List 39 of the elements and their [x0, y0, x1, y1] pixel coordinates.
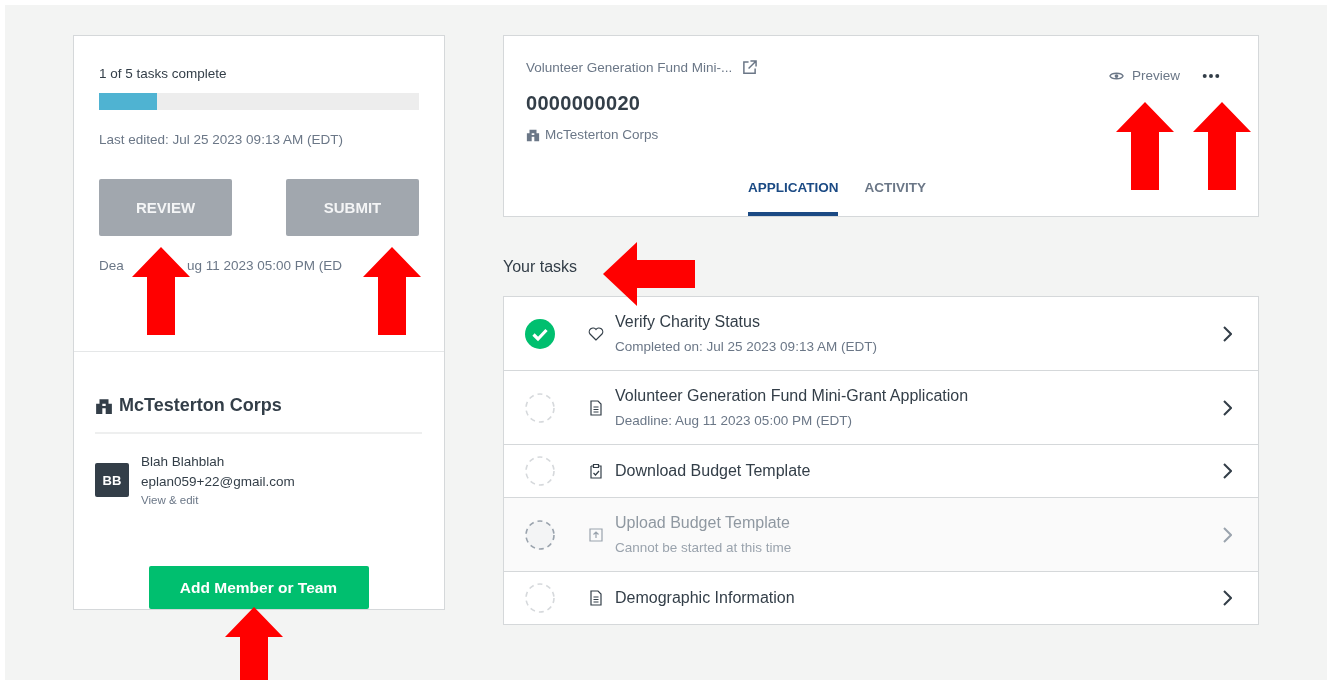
chevron-right-icon	[1222, 590, 1232, 606]
tab[interactable]: APPLICATION	[748, 180, 839, 216]
tab[interactable]: ACTIVITY	[864, 180, 926, 216]
deadline-text: Dea	[99, 258, 125, 273]
member-name: Blah Blahblah	[141, 454, 226, 469]
document-icon	[588, 399, 604, 416]
chevron-right-icon	[1222, 325, 1232, 342]
clipboard-check-icon	[588, 463, 604, 479]
application-number: 0000000020	[526, 92, 642, 115]
chevron-right-icon	[1222, 399, 1232, 416]
heart-icon	[588, 325, 604, 342]
organization-name: McTesterton Corps	[545, 127, 659, 142]
eye-icon	[1109, 69, 1124, 82]
preview-button[interactable]: Preview	[1109, 68, 1180, 83]
task-title: Verify Charity Status	[615, 313, 761, 331]
building-icon	[95, 396, 113, 415]
view-edit-link[interactable]: View & edit	[141, 494, 295, 506]
member-email: eplan059+22@gmail.com	[141, 474, 295, 489]
task-subtitle: Deadline: Aug 11 2023 05:00 PM (EDT)	[615, 413, 853, 428]
task-title: Download Budget Template	[615, 462, 812, 480]
member-avatar: BB	[95, 463, 129, 497]
tasks-heading: Your tasks	[503, 258, 579, 276]
task-title: Demographic Information	[615, 589, 796, 607]
task-title: Volunteer Generation Fund Mini-Grant Application	[615, 387, 970, 405]
task-title: Upload Budget Template	[615, 514, 791, 532]
progress-label: 1 of 5 tasks complete	[99, 66, 228, 81]
task-subtitle: Cannot be started at this time	[615, 540, 793, 555]
upload-icon	[588, 526, 604, 543]
chevron-right-icon	[1222, 463, 1232, 479]
more-options-icon[interactable]	[1202, 72, 1220, 79]
chevron-right-icon	[1222, 526, 1232, 543]
external-link-icon[interactable]	[742, 60, 758, 75]
document-icon	[588, 590, 604, 606]
deadline-text: ug 11 2023 05:00 PM (ED	[187, 258, 343, 273]
last-edited-text: Last edited: Jul 25 2023 09:13 AM (EDT)	[99, 132, 344, 147]
application-title: Volunteer Generation Fund Mini-...	[526, 60, 733, 75]
building-icon	[526, 127, 540, 142]
task-subtitle: Completed on: Jul 25 2023 09:13 AM (EDT)	[615, 339, 878, 354]
organization-name: McTesterton Corps	[119, 395, 282, 416]
